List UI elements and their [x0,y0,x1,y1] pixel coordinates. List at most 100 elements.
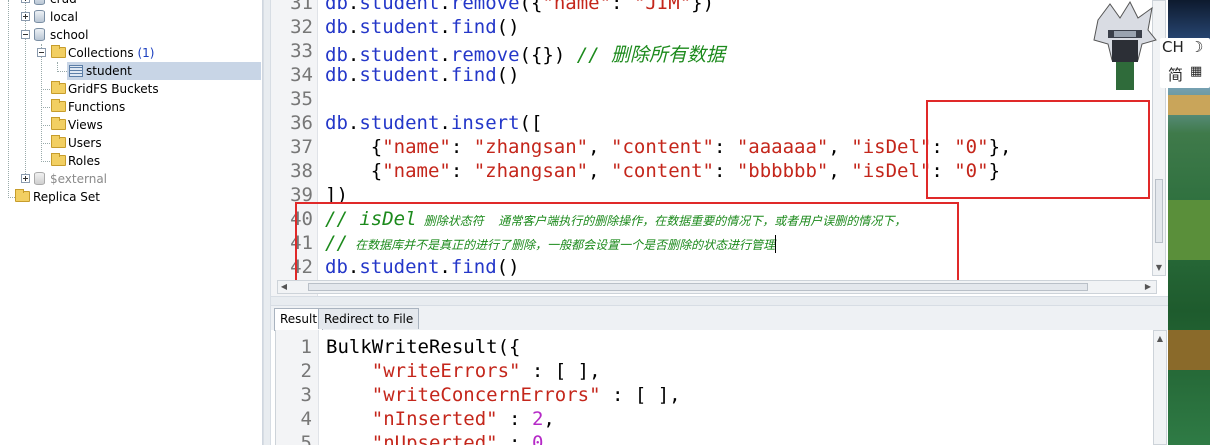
ime-mode[interactable]: 简 [1168,64,1183,85]
avatar-sticker [1093,0,1157,90]
expand-icon[interactable] [21,174,30,183]
code-line: db.student.find() [325,16,520,38]
folder-icon [51,153,66,166]
line-number: 31 [290,0,313,14]
line-number: 36 [290,112,313,134]
editor-horizontal-scrollbar[interactable]: ◀ ▶ [277,280,1157,294]
result-line: "writeConcernErrors" : [ ], [371,384,681,406]
result-tabs: Result Redirect to File [271,306,1168,331]
folder-icon [51,99,66,112]
scrollbar-thumb[interactable] [308,283,1088,291]
tree-item-label: Collections [68,46,134,60]
database-icon [34,10,45,23]
collection-icon [69,65,83,77]
line-number: 1 [300,336,312,358]
tree-guide [41,161,50,162]
folder-icon [51,135,66,148]
code-line: db.student.find() [325,64,520,86]
scroll-left-arrow[interactable]: ◀ [278,282,290,292]
tree-item-label: Roles [68,154,101,168]
tree-guide [57,71,67,72]
result-line: "nUpserted" : 0 [371,432,544,445]
tree-item-crud[interactable]: crud [0,0,262,8]
folder-icon [51,45,66,58]
tree-item-label: Replica Set [33,190,100,204]
background-detail [1168,200,1210,260]
ime-language[interactable]: CH [1162,38,1184,56]
ime-grid-icon[interactable]: ▦ [1190,64,1202,79]
tree-item-gridfs-buckets[interactable]: GridFS Buckets [0,80,262,98]
collection-count: (1) [137,46,155,60]
tree-item-label: crud [50,0,77,8]
tab-result[interactable]: Result [274,308,324,331]
scroll-right-arrow[interactable]: ▶ [1142,282,1154,292]
tree-item-student[interactable]: student [67,62,261,80]
line-number: 33 [290,40,313,62]
tree-guide [41,125,50,126]
code-line: {"name": "zhangsan", "content": "aaaaaa"… [325,136,1012,158]
line-number: 37 [290,136,313,158]
background-detail [1168,330,1210,370]
tree-guide [41,89,50,90]
line-number: 34 [290,64,313,86]
expand-icon[interactable] [21,12,30,21]
tree-item-label: Views [68,118,103,132]
result-line: "nInserted" : 2, [371,408,555,430]
tree-item-label: GridFS Buckets [68,82,159,96]
tree-item-label: $external [50,172,108,186]
tree-item-label: school [50,28,89,42]
line-number: 32 [290,16,313,38]
database-icon [34,28,45,41]
database-icon [34,172,45,185]
query-editor[interactable]: 31 db.student.remove({"name": "JIM"}) 32… [271,0,1168,296]
code-line: db.student.insert([ [325,112,543,134]
scroll-up-arrow[interactable]: ▲ [1154,334,1166,344]
tree-item-functions[interactable]: Functions [0,98,262,116]
result-vertical-scrollbar[interactable]: ▲ [1153,330,1167,445]
tree-item-roles[interactable]: Roles [0,152,262,170]
collapse-icon[interactable] [37,48,46,57]
line-number: 3 [300,384,312,406]
tree-item-collections[interactable]: Collections (1) [0,44,262,62]
tree-item-label: local [50,10,78,24]
result-panel[interactable]: 1 BulkWriteResult({ 2 "writeErrors" : [ … [275,330,1169,445]
line-number: 35 [290,88,313,110]
code-line: {"name": "zhangsan", "content": "bbbbbb"… [325,160,1001,182]
tree-item-views[interactable]: Views [0,116,262,134]
tree-item-external[interactable]: $external [0,170,262,188]
tree-guide [41,143,50,144]
tree-guide [41,107,50,108]
highlight-box-isdel [926,100,1150,199]
tree-item-local[interactable]: local [0,8,262,26]
folder-icon [51,117,66,130]
collapse-icon[interactable] [21,30,30,39]
panel-splitter[interactable] [263,0,271,445]
folder-icon [15,189,30,202]
tab-redirect-to-file[interactable]: Redirect to File [318,308,420,329]
scroll-down-arrow[interactable]: ▼ [1153,263,1165,273]
code-line: db.student.remove({}) // 删除所有数据 [325,44,726,66]
code-line: db.student.remove({"name": "JIM"}) [325,0,715,14]
background-detail [1168,95,1210,115]
line-number: 38 [290,160,313,182]
database-icon [34,0,45,5]
tree-item-school[interactable]: school [0,26,262,44]
scrollbar-thumb[interactable] [1155,179,1163,243]
result-splitter[interactable] [271,296,1168,306]
connection-tree: crud local school Collections (1) studen… [0,0,263,445]
result-line: "writeErrors" : [ ], [371,360,601,382]
tree-item-label: Users [68,136,102,150]
line-number: 2 [300,360,312,382]
tree-guide [8,197,15,198]
result-line: BulkWriteResult({ [326,336,521,358]
tree-item-users[interactable]: Users [0,134,262,152]
tree-item-label: Functions [68,100,126,114]
ime-indicator[interactable]: CH ☽ 简 ▦ [1160,38,1210,88]
expand-icon[interactable] [21,0,30,3]
folder-icon [51,81,66,94]
line-number: 5 [300,432,312,445]
highlight-box-comment [295,202,959,286]
tree-item-label: student [86,64,132,78]
ime-moon-icon: ☽ [1190,38,1204,56]
tree-item-replica-set[interactable]: Replica Set [0,188,262,206]
